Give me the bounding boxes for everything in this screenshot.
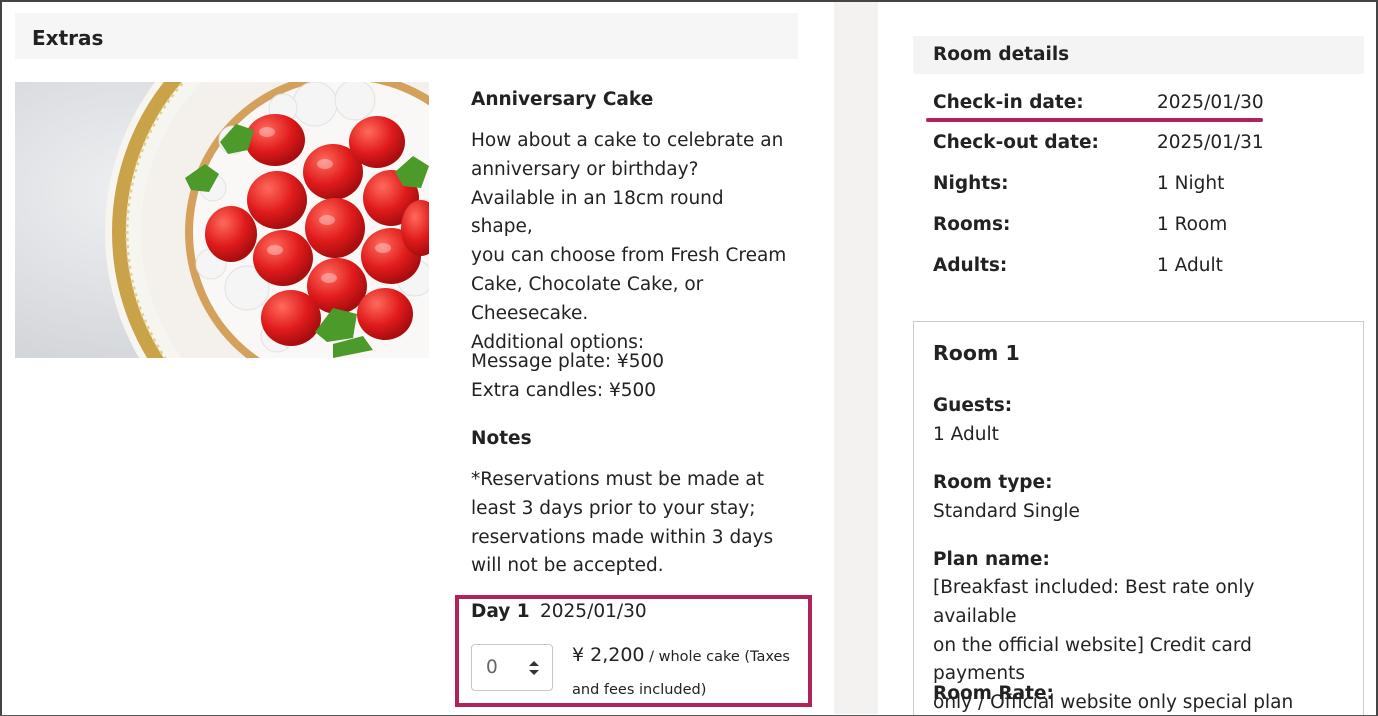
rooms-value: 1 Room	[1157, 214, 1228, 235]
day-label: Day 1	[471, 601, 530, 622]
plan-name-label: Plan name:	[933, 549, 1050, 570]
checkout-label: Check-out date:	[933, 132, 1099, 153]
room-title: Room 1	[933, 341, 1020, 365]
adults-value: 1 Adult	[1157, 255, 1223, 276]
notes-title: Notes	[471, 428, 532, 449]
item-options: Message plate: ¥500 Extra candles: ¥500	[471, 348, 791, 406]
extras-header: Extras	[15, 13, 798, 59]
price-tax-note: and fees included)	[572, 682, 707, 698]
day-date: 2025/01/30	[540, 601, 647, 622]
quantity-select[interactable]: 0	[471, 644, 553, 691]
anniversary-cake-image	[15, 82, 429, 358]
adults-label: Adults:	[933, 255, 1008, 276]
checkin-label: Check-in date:	[933, 92, 1084, 113]
checkin-value: 2025/01/30	[1157, 92, 1264, 113]
item-description: How about a cake to celebrate an anniver…	[471, 130, 787, 353]
price-info: ¥ 2,200 / whole cake (Taxes and fees inc…	[572, 640, 797, 706]
option-message-plate: Message plate: ¥500	[471, 351, 665, 372]
room-rate-label: Room Rate:	[933, 683, 1054, 704]
price-amount: ¥ 2,200	[572, 644, 645, 666]
checkin-highlight-underline	[926, 118, 1263, 122]
extras-title: Extras	[32, 26, 104, 50]
guests-label: Guests:	[933, 395, 1013, 416]
updown-arrows-icon	[529, 661, 539, 675]
room-type-value: Standard Single	[933, 501, 1080, 522]
room-details-header: Room details	[913, 36, 1364, 74]
nights-value: 1 Night	[1157, 173, 1225, 194]
room-details-title: Room details	[933, 44, 1070, 65]
checkout-value: 2025/01/31	[1157, 132, 1264, 153]
guests-value: 1 Adult	[933, 424, 999, 445]
room-type-label: Room type:	[933, 472, 1053, 493]
nights-label: Nights:	[933, 173, 1009, 194]
item-title: Anniversary Cake	[471, 89, 654, 110]
notes-text: *Reservations must be made at least 3 da…	[471, 469, 774, 577]
column-divider	[834, 2, 878, 714]
rooms-label: Rooms:	[933, 214, 1011, 235]
option-extra-candles: Extra candles: ¥500	[471, 379, 657, 401]
price-unit: / whole cake (Taxes	[644, 649, 790, 665]
quantity-value: 0	[486, 657, 498, 678]
